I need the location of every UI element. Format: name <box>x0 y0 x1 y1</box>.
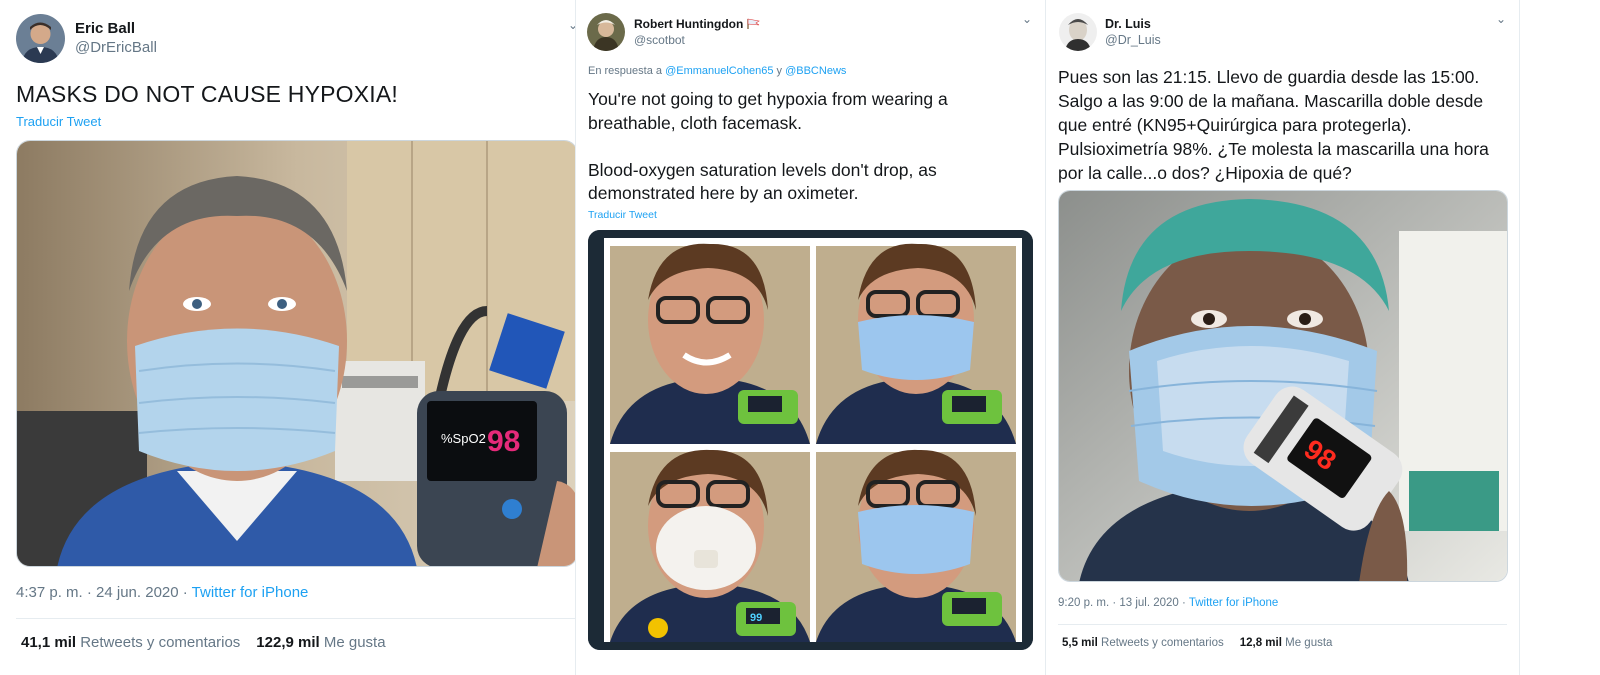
svg-text:%SpO2: %SpO2 <box>441 431 486 446</box>
quadrant-surgical-mask <box>816 243 1016 444</box>
reply-user-link[interactable]: @EmmanuelCohen65 <box>665 65 773 77</box>
author-handle[interactable]: @scotbot <box>634 33 685 47</box>
tweet-text: Pues son las 21:15. Llevo de guardia des… <box>1058 67 1489 183</box>
tweet-text: MASKS DO NOT CAUSE HYPOXIA! <box>16 81 399 107</box>
tweet-photo[interactable]: %SpO2 98 <box>16 140 578 567</box>
retweets-label: Retweets y comentarios <box>80 634 241 651</box>
photo-doctor-with-double-mask-and-oximeter: 98 <box>1059 191 1507 581</box>
tweet-source-link[interactable]: Twitter for iPhone <box>192 584 309 601</box>
author-name-text: Robert Huntingdon <box>634 17 744 31</box>
tweet-source-link[interactable]: Twitter for iPhone <box>1189 597 1278 609</box>
tweet-eric-ball: Eric Ball @DrEricBall ⌄ MASKS DO NOT CAU… <box>0 0 583 675</box>
tweet-robert-huntingdon: Robert Huntingdon @scotbot ⌄ En respuest… <box>575 0 1045 675</box>
tweet-timestamp[interactable]: 9:20 p. m. · 13 jul. 2020 · Twitter for … <box>1058 597 1278 609</box>
tweet-stats: 41,1 mil Retweets y comentarios 122,9 mil… <box>21 634 386 651</box>
retweets-label: Retweets y comentarios <box>1101 637 1224 649</box>
retweets-stat[interactable]: 5,5 mil Retweets y comentarios <box>1062 637 1224 649</box>
author-handle[interactable]: @Dr_Luis <box>1105 33 1161 47</box>
reply-and: y <box>773 65 786 77</box>
author-name[interactable]: Dr. Luis <box>1105 17 1151 31</box>
divider <box>16 618 575 619</box>
author-name[interactable]: Robert Huntingdon <box>634 17 760 31</box>
photo-oximeter-mask-grid: 99 <box>588 230 1033 650</box>
timestamp-text[interactable]: 9:20 p. m. · 13 jul. 2020 · <box>1058 597 1189 609</box>
tweet-text: You're not going to get hypoxia from wea… <box>588 89 948 203</box>
tweet-dr-luis: Dr. Luis @Dr_Luis ⌄ Pues son las 21:15. … <box>1045 0 1520 675</box>
likes-label: Me gusta <box>1285 637 1333 649</box>
author-handle[interactable]: @DrEricBall <box>75 39 157 56</box>
avatar[interactable] <box>1059 13 1097 51</box>
likes-label: Me gusta <box>323 634 386 651</box>
divider <box>1058 624 1507 625</box>
likes-stat[interactable]: 12,8 mil Me gusta <box>1240 637 1333 649</box>
chevron-down-icon[interactable]: ⌄ <box>1496 12 1506 26</box>
tweet-timestamp[interactable]: 4:37 p. m. · 24 jun. 2020 · Twitter for … <box>16 584 308 601</box>
reply-prefix: En respuesta a <box>588 65 666 77</box>
chevron-down-icon[interactable]: ⌄ <box>1022 12 1032 26</box>
flag-emoji-icon <box>746 18 760 29</box>
avatar[interactable] <box>587 13 625 51</box>
translate-tweet-link[interactable]: Traducir Tweet <box>588 209 657 221</box>
reply-user-link[interactable]: @BBCNews <box>785 65 846 77</box>
tweet-photo[interactable]: 99 <box>588 230 1033 650</box>
photo-man-with-mask-and-oximeter: %SpO2 98 <box>17 141 577 566</box>
likes-stat[interactable]: 122,9 mil Me gusta <box>256 634 385 651</box>
tweet-stats: 5,5 mil Retweets y comentarios 12,8 mil M… <box>1062 637 1332 649</box>
retweets-count: 41,1 mil <box>21 634 77 651</box>
oximeter-reading-text: 99 <box>750 612 762 624</box>
likes-count: 12,8 mil <box>1239 637 1282 649</box>
retweets-count: 5,5 mil <box>1062 637 1098 649</box>
oximeter-reading-text: 98 <box>487 425 520 458</box>
retweets-stat[interactable]: 41,1 mil Retweets y comentarios <box>21 634 240 651</box>
translate-tweet-link[interactable]: Traducir Tweet <box>16 114 101 129</box>
reply-context: En respuesta a @EmmanuelCohen65 y @BBCNe… <box>588 65 846 77</box>
author-name[interactable]: Eric Ball <box>75 20 135 37</box>
avatar[interactable] <box>16 14 65 63</box>
timestamp-text[interactable]: 4:37 p. m. · 24 jun. 2020 · <box>16 584 192 601</box>
tweet-photo[interactable]: 98 <box>1058 190 1508 582</box>
likes-count: 122,9 mil <box>256 634 320 651</box>
quadrant-no-mask <box>610 243 810 444</box>
